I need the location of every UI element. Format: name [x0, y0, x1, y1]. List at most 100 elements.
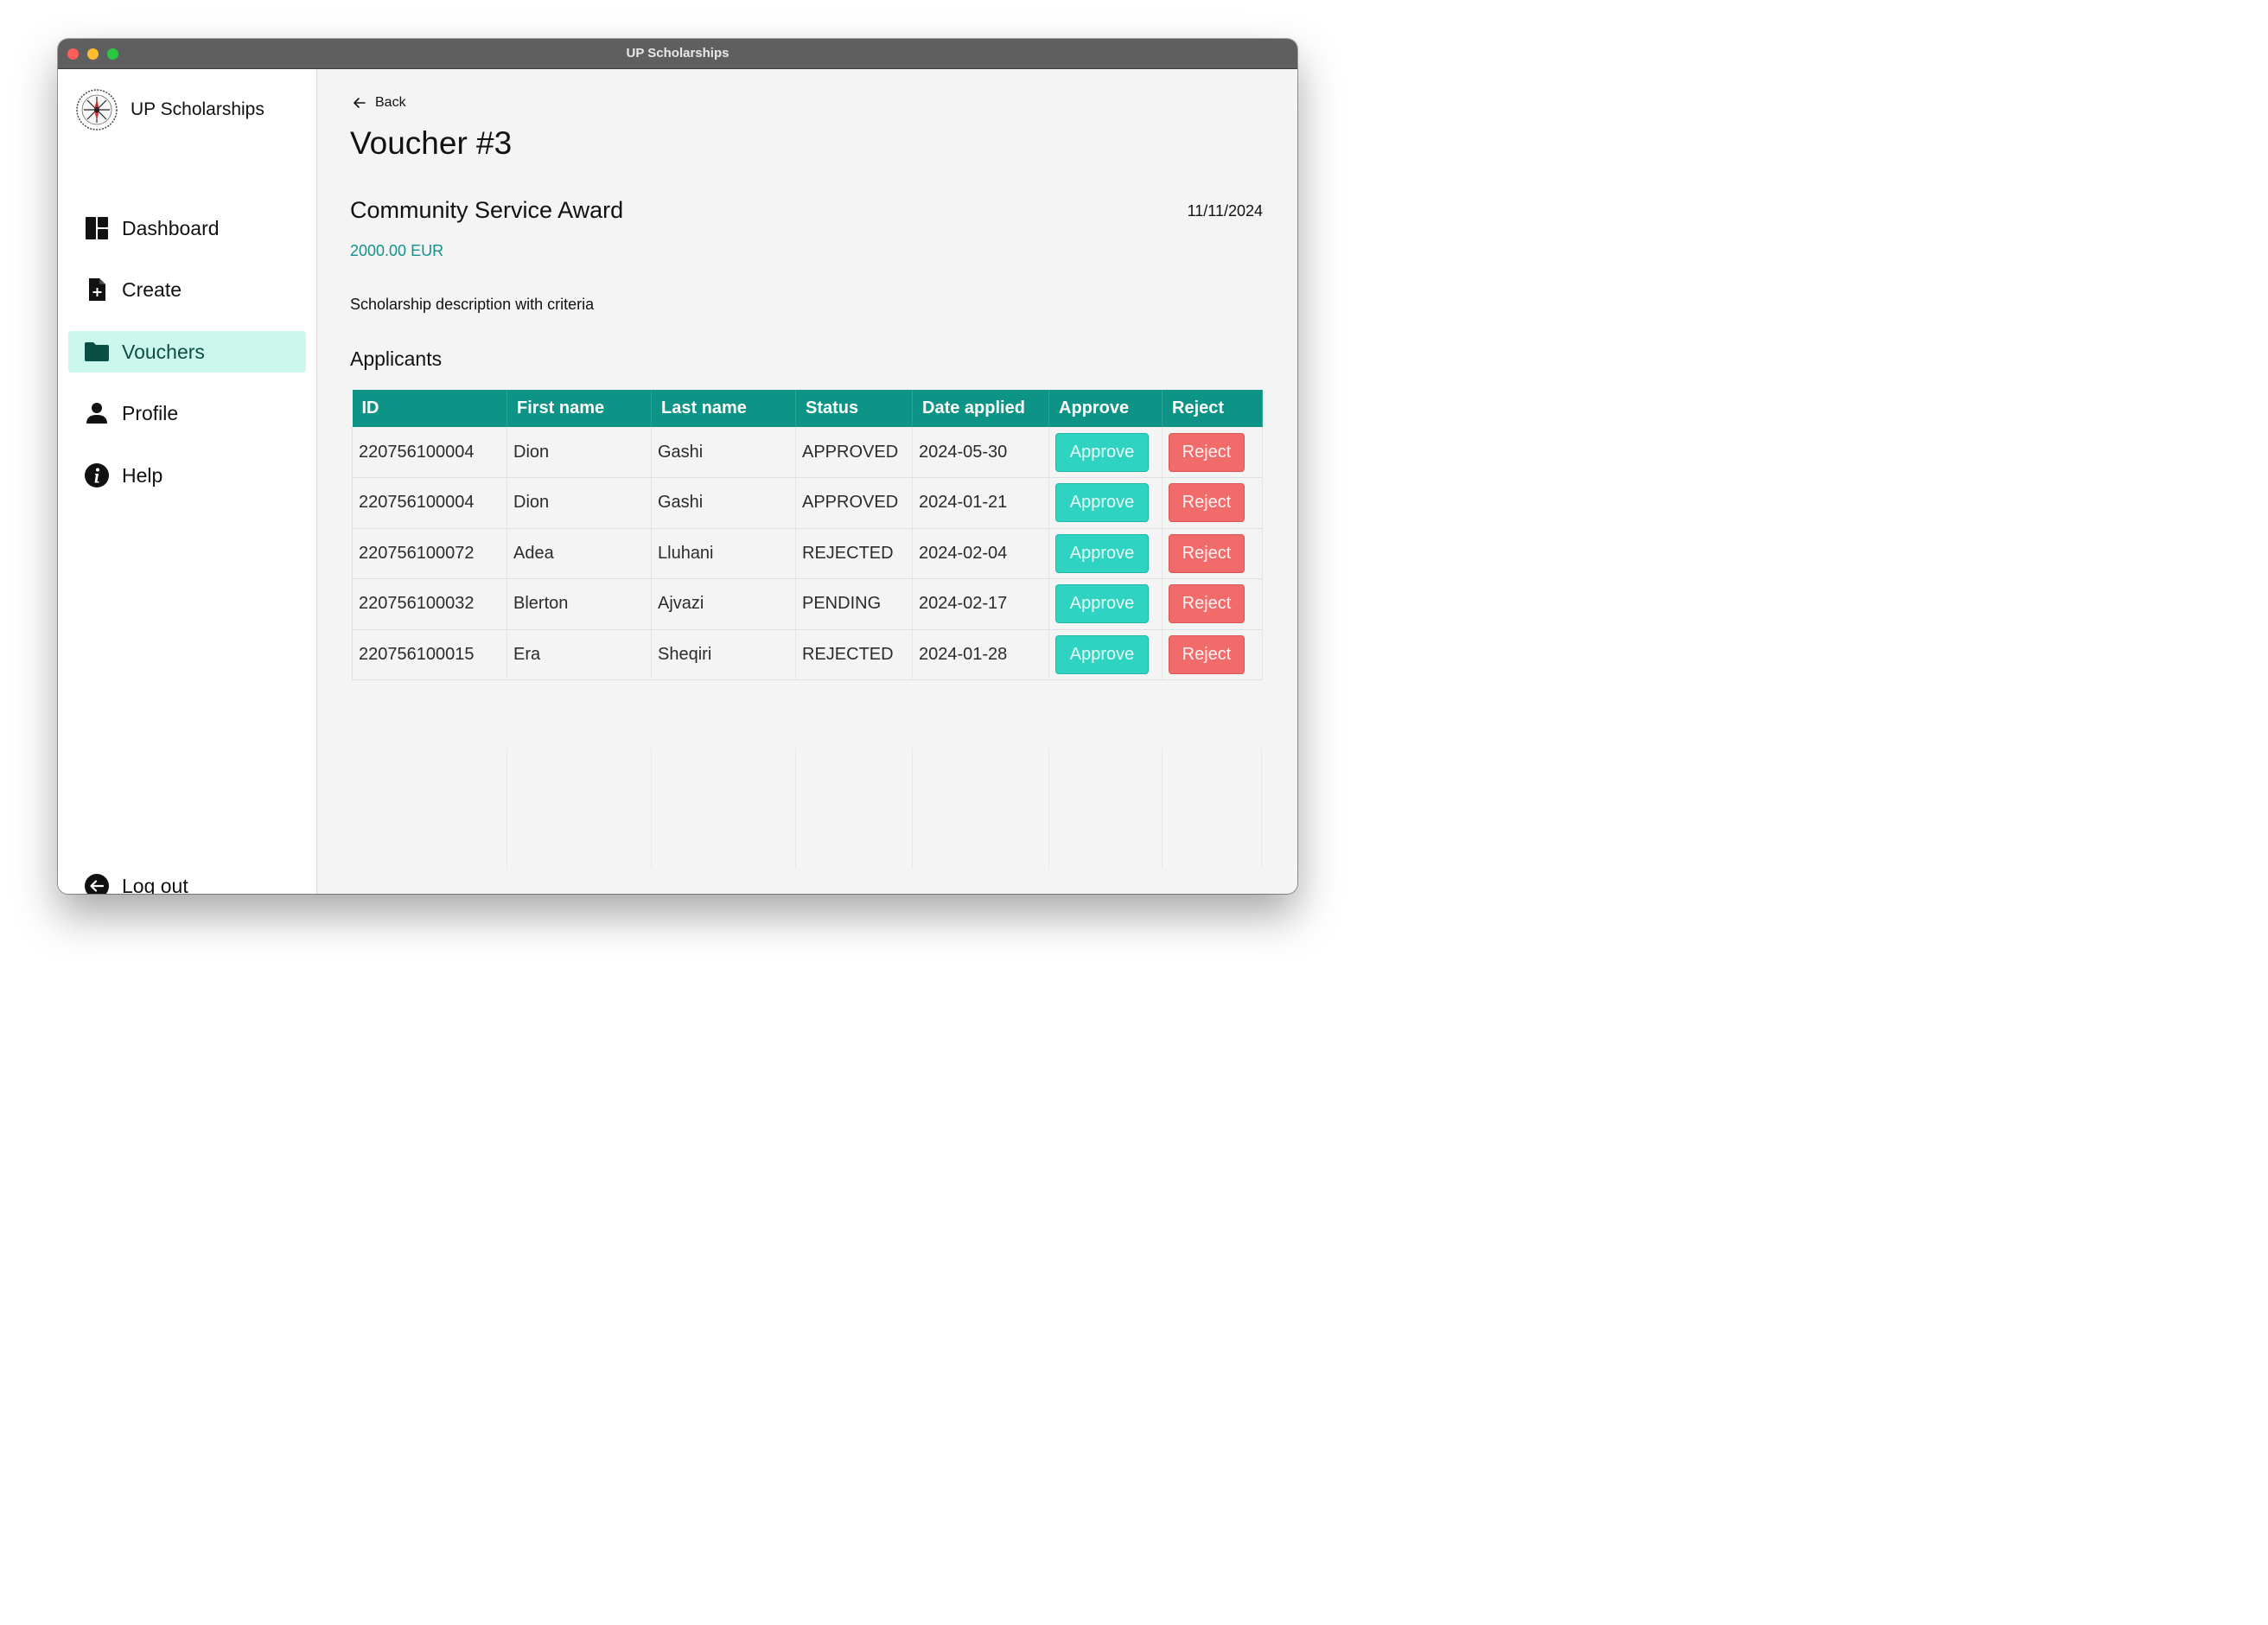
title-bar: UP Scholarships	[58, 39, 1297, 69]
cell-approve: Approve	[1048, 427, 1163, 478]
table-header-row: ID First name Last name Status Date appl…	[352, 390, 1263, 427]
folder-icon	[85, 342, 109, 361]
column-header-last-name[interactable]: Last name	[651, 390, 796, 427]
cell-approve: Approve	[1048, 578, 1163, 629]
column-header-first-name[interactable]: First name	[506, 390, 652, 427]
brand: UP Scholarships	[75, 88, 264, 131]
approve-button[interactable]: Approve	[1055, 584, 1149, 624]
cell-status: PENDING	[795, 578, 913, 629]
sidebar-item-profile[interactable]: Profile	[68, 392, 306, 434]
cell-status: APPROVED	[795, 477, 913, 528]
sidebar: UP Scholarships Dashboard Create Voucher…	[58, 69, 317, 894]
reject-button[interactable]: Reject	[1169, 584, 1245, 624]
approve-button[interactable]: Approve	[1055, 634, 1149, 674]
column-divider	[506, 749, 507, 868]
cell-id: 220756100032	[352, 578, 507, 629]
column-header-approve[interactable]: Approve	[1048, 390, 1163, 427]
column-header-status[interactable]: Status	[795, 390, 913, 427]
reject-button[interactable]: Reject	[1169, 483, 1245, 523]
cell-approve: Approve	[1048, 477, 1163, 528]
sidebar-item-vouchers[interactable]: Vouchers	[68, 331, 306, 373]
approve-button[interactable]: Approve	[1055, 533, 1149, 573]
reject-button[interactable]: Reject	[1169, 533, 1245, 573]
column-divider	[1261, 749, 1262, 868]
cell-last-name: Gashi	[651, 477, 796, 528]
cell-date-applied: 2024-02-04	[912, 528, 1049, 579]
cell-date-applied: 2024-01-21	[912, 477, 1049, 528]
column-divider	[651, 749, 652, 868]
applicants-table: ID First name Last name Status Date appl…	[352, 390, 1263, 799]
cell-first-name: Dion	[506, 427, 652, 478]
sidebar-item-label: Create	[122, 278, 182, 301]
file-add-icon	[89, 278, 105, 301]
cell-date-applied: 2024-05-30	[912, 427, 1049, 478]
sidebar-item-create[interactable]: Create	[68, 269, 306, 310]
sidebar-item-help[interactable]: Help	[68, 455, 306, 496]
sidebar-item-label: Profile	[122, 402, 179, 424]
award-description: Scholarship description with criteria	[350, 296, 595, 313]
column-header-date-applied[interactable]: Date applied	[912, 390, 1049, 427]
award-amount: 2000.00 EUR	[350, 242, 444, 259]
table-row[interactable]: 220756100072 Adea Lluhani REJECTED 2024-…	[352, 528, 1263, 579]
dashboard-icon	[86, 217, 108, 239]
cell-first-name: Blerton	[506, 578, 652, 629]
cell-first-name: Dion	[506, 477, 652, 528]
cell-status: REJECTED	[795, 629, 913, 680]
logout-label: Log out	[122, 874, 188, 895]
cell-last-name: Lluhani	[651, 528, 796, 579]
cell-id: 220756100004	[352, 477, 507, 528]
cell-last-name: Ajvazi	[651, 578, 796, 629]
cell-reject: Reject	[1162, 528, 1263, 579]
sidebar-item-label: Help	[122, 464, 163, 487]
person-icon	[86, 403, 107, 424]
column-divider	[1048, 749, 1049, 868]
award-title: Community Service Award	[350, 197, 624, 223]
page-title: Voucher #3	[350, 125, 513, 161]
table-row[interactable]: 220756100004 Dion Gashi APPROVED 2024-01…	[352, 477, 1263, 528]
applicants-heading: Applicants	[350, 347, 443, 370]
cell-id: 220756100072	[352, 528, 507, 579]
cell-approve: Approve	[1048, 528, 1163, 579]
arrow-back-circle-icon	[85, 874, 109, 894]
cell-last-name: Gashi	[651, 427, 796, 478]
info-icon	[85, 463, 109, 488]
cell-date-applied: 2024-02-17	[912, 578, 1049, 629]
column-divider	[912, 749, 913, 868]
approve-button[interactable]: Approve	[1055, 483, 1149, 523]
cell-id: 220756100015	[352, 629, 507, 680]
table-row[interactable]: 220756100004 Dion Gashi APPROVED 2024-05…	[352, 427, 1263, 478]
reject-button[interactable]: Reject	[1169, 634, 1245, 674]
reject-button[interactable]: Reject	[1169, 432, 1245, 472]
window-title: UP Scholarships	[626, 46, 729, 61]
cell-reject: Reject	[1162, 578, 1263, 629]
back-link[interactable]: Back	[352, 95, 406, 111]
cell-reject: Reject	[1162, 427, 1263, 478]
sidebar-item-label: Dashboard	[122, 217, 220, 239]
arrow-left-icon	[354, 98, 366, 108]
app-window: UP Scholarships UP Scholarships Dashboar…	[58, 39, 1297, 894]
column-header-id[interactable]: ID	[352, 390, 507, 427]
sidebar-item-label: Vouchers	[122, 341, 205, 363]
column-divider	[1162, 749, 1163, 868]
cell-last-name: Sheqiri	[651, 629, 796, 680]
sidebar-item-dashboard[interactable]: Dashboard	[68, 207, 306, 249]
table-row[interactable]: 220756100032 Blerton Ajvazi PENDING 2024…	[352, 578, 1263, 629]
column-header-reject[interactable]: Reject	[1162, 390, 1263, 427]
cell-reject: Reject	[1162, 629, 1263, 680]
cell-reject: Reject	[1162, 477, 1263, 528]
logout-button[interactable]: Log out	[84, 873, 188, 894]
cell-status: APPROVED	[795, 427, 913, 478]
cell-approve: Approve	[1048, 629, 1163, 680]
main-content: Back Voucher #3 Community Service Award …	[317, 69, 1297, 894]
table-row[interactable]: 220756100015 Era Sheqiri REJECTED 2024-0…	[352, 629, 1263, 680]
cell-id: 220756100004	[352, 427, 507, 478]
back-label: Back	[375, 95, 406, 110]
award-date: 11/11/2024	[1187, 202, 1263, 220]
university-seal-logo	[76, 89, 118, 131]
brand-name: UP Scholarships	[131, 99, 264, 119]
cell-first-name: Era	[506, 629, 652, 680]
table-empty-area	[352, 749, 1262, 868]
cell-first-name: Adea	[506, 528, 652, 579]
approve-button[interactable]: Approve	[1055, 432, 1149, 472]
cell-status: REJECTED	[795, 528, 913, 579]
